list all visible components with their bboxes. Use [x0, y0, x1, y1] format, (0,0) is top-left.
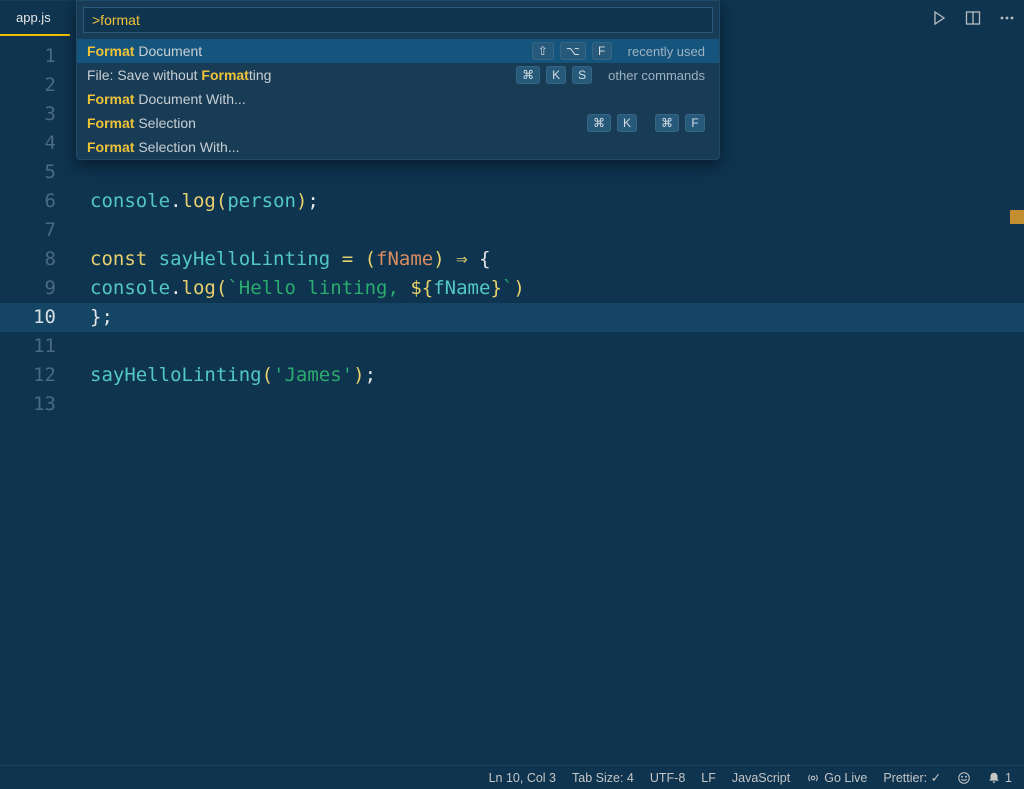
more-icon[interactable]	[998, 9, 1016, 27]
code-line[interactable]	[90, 158, 1024, 187]
keybinding: ⌘KS	[516, 66, 592, 84]
section-label-recent: recently used	[628, 44, 705, 59]
tab-filename: app.js	[16, 10, 51, 25]
command-label: Format Selection	[87, 115, 577, 131]
editor-actions	[930, 0, 1016, 36]
command-label: Format Document With...	[87, 91, 705, 107]
status-language[interactable]: JavaScript	[732, 771, 790, 785]
command-palette-item[interactable]: Format Selection ⌘K⌘F	[77, 111, 719, 135]
line-number: 8	[0, 245, 56, 274]
command-label: Format Selection With...	[87, 139, 705, 155]
status-indent[interactable]: Tab Size: 4	[572, 771, 634, 785]
line-number: 12	[0, 361, 56, 390]
code-line[interactable]: sayHelloLinting('James');	[90, 361, 1024, 390]
status-encoding[interactable]: UTF-8	[650, 771, 685, 785]
keybinding: ⇧⌥F	[532, 42, 612, 60]
command-palette-item[interactable]: Format Document With...	[77, 87, 719, 111]
code-line[interactable]: const sayHelloLinting = (fName) ⇒ {	[90, 245, 1024, 274]
command-label: File: Save without Formatting	[87, 67, 506, 83]
split-editor-icon[interactable]	[964, 9, 982, 27]
code-line[interactable]: console.log(`Hello linting, ${fName}`)	[90, 274, 1024, 303]
command-palette-item[interactable]: Format Selection With...	[77, 135, 719, 159]
line-number: 7	[0, 216, 56, 245]
editor-tab[interactable]: app.js	[0, 0, 70, 36]
line-number: 3	[0, 100, 56, 129]
command-label: Format Document	[87, 43, 522, 59]
status-prettier[interactable]: Prettier: ✓	[883, 770, 941, 785]
status-feedback[interactable]	[957, 771, 971, 785]
line-number: 6	[0, 187, 56, 216]
gutter: 12345678910111213	[0, 36, 76, 765]
status-golive[interactable]: Go Live	[806, 771, 867, 785]
command-palette-list: Format Document ⇧⌥F recently used File: Sav…	[77, 39, 719, 159]
line-number: 10	[0, 303, 56, 332]
code-line[interactable]	[90, 332, 1024, 361]
line-number: 9	[0, 274, 56, 303]
line-number: 2	[0, 71, 56, 100]
command-palette-input[interactable]	[83, 7, 713, 33]
line-number: 13	[0, 390, 56, 419]
command-palette-item[interactable]: Format Document ⇧⌥F recently used	[77, 39, 719, 63]
line-number: 1	[0, 42, 56, 71]
status-cursor[interactable]: Ln 10, Col 3	[489, 771, 556, 785]
code-line[interactable]	[90, 390, 1024, 419]
status-eol[interactable]: LF	[701, 771, 716, 785]
run-icon[interactable]	[930, 9, 948, 27]
line-number: 4	[0, 129, 56, 158]
code-line[interactable]	[90, 216, 1024, 245]
status-bar: Ln 10, Col 3 Tab Size: 4 UTF-8 LF JavaSc…	[0, 765, 1024, 789]
keybinding: ⌘K⌘F	[587, 114, 705, 132]
command-palette: Format Document ⇧⌥F recently used File: Sav…	[76, 0, 720, 160]
code-line[interactable]: console.log(person);	[90, 187, 1024, 216]
line-number: 11	[0, 332, 56, 361]
line-number: 5	[0, 158, 56, 187]
section-label-other: other commands	[608, 68, 705, 83]
status-notifications[interactable]: 1	[987, 771, 1012, 785]
code-line[interactable]: };	[90, 303, 1024, 332]
command-palette-item[interactable]: File: Save without Formatting ⌘KS other co…	[77, 63, 719, 87]
